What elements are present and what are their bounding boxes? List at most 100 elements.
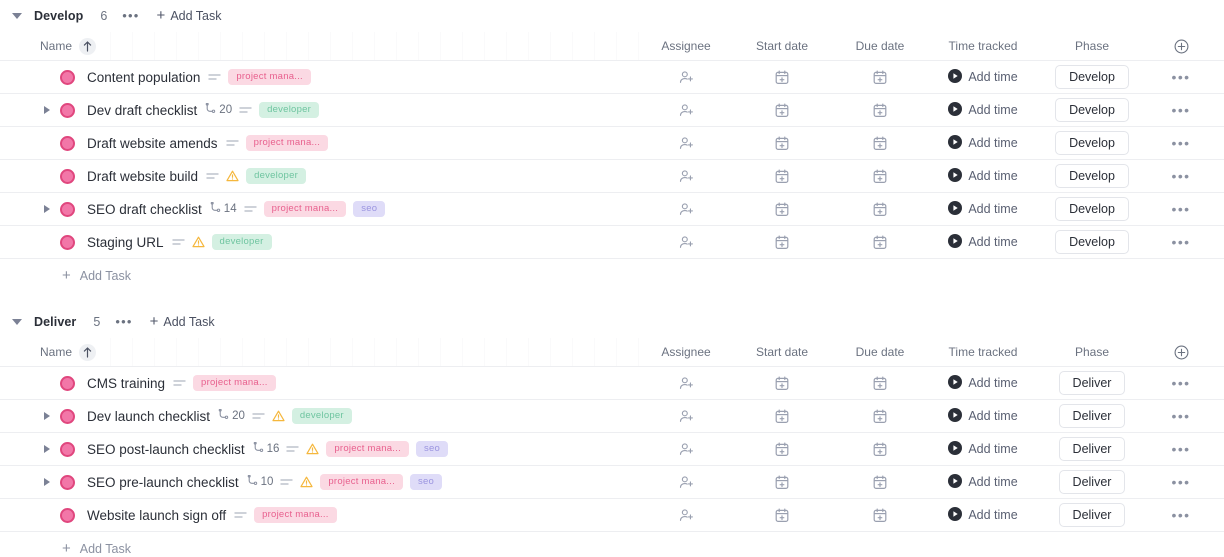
task-tag[interactable]: project mana... [320, 474, 403, 490]
due-date-add-button[interactable] [832, 409, 928, 424]
task-title[interactable]: CMS training [87, 376, 165, 391]
column-header-start-date[interactable]: Start date [732, 345, 832, 359]
phase-cell[interactable]: Develop [1038, 131, 1146, 155]
description-icon[interactable] [208, 73, 221, 82]
phase-value[interactable]: Deliver [1059, 470, 1126, 494]
add-column-button[interactable] [1146, 345, 1216, 360]
start-date-add-button[interactable] [732, 169, 832, 184]
assignee-add-button[interactable] [640, 235, 732, 250]
task-tag[interactable]: developer [292, 408, 352, 424]
task-tag[interactable]: developer [212, 234, 272, 250]
phase-value[interactable]: Develop [1055, 98, 1129, 122]
table-row[interactable]: SEO pre-launch checklist 10 project mana… [0, 466, 1224, 499]
description-icon[interactable] [280, 478, 293, 487]
status-circle-icon[interactable] [60, 103, 75, 118]
add-column-button[interactable] [1146, 39, 1216, 54]
add-time-button[interactable]: Add time [928, 474, 1038, 491]
row-menu-button[interactable]: ••• [1146, 412, 1216, 420]
add-time-button[interactable]: Add time [928, 201, 1038, 218]
group-add-task-button[interactable]: + Add Task [150, 315, 215, 329]
description-icon[interactable] [173, 379, 186, 388]
task-title[interactable]: Draft website build [87, 169, 198, 184]
due-date-add-button[interactable] [832, 475, 928, 490]
group-name[interactable]: Develop [34, 9, 83, 23]
status-circle-icon[interactable] [60, 475, 75, 490]
task-tag[interactable]: developer [246, 168, 306, 184]
add-time-button[interactable]: Add time [928, 102, 1038, 119]
due-date-add-button[interactable] [832, 103, 928, 118]
row-menu-button[interactable]: ••• [1146, 445, 1216, 453]
task-tag[interactable]: project mana... [264, 201, 347, 217]
phase-value[interactable]: Deliver [1059, 503, 1126, 527]
description-icon[interactable] [234, 511, 247, 520]
table-row[interactable]: Dev draft checklist 20 developer Add tim… [0, 94, 1224, 127]
assignee-add-button[interactable] [640, 409, 732, 424]
task-tag[interactable]: developer [259, 102, 319, 118]
status-circle-icon[interactable] [60, 136, 75, 151]
due-date-add-button[interactable] [832, 235, 928, 250]
start-date-add-button[interactable] [732, 202, 832, 217]
description-icon[interactable] [244, 205, 257, 214]
group-name[interactable]: Deliver [34, 315, 76, 329]
status-circle-icon[interactable] [60, 442, 75, 457]
add-time-button[interactable]: Add time [928, 408, 1038, 425]
description-icon[interactable] [286, 445, 299, 454]
table-row[interactable]: Draft website build developer Add time D… [0, 160, 1224, 193]
column-header-time-tracked[interactable]: Time tracked [928, 39, 1038, 53]
warning-icon[interactable] [226, 170, 239, 182]
phase-value[interactable]: Develop [1055, 131, 1129, 155]
task-title[interactable]: Content population [87, 70, 200, 85]
assignee-add-button[interactable] [640, 169, 732, 184]
phase-value[interactable]: Develop [1055, 65, 1129, 89]
group-add-task-button[interactable]: + Add Task [157, 9, 222, 23]
add-time-button[interactable]: Add time [928, 168, 1038, 185]
task-tag[interactable]: seo [410, 474, 442, 490]
description-icon[interactable] [239, 106, 252, 115]
column-header-phase[interactable]: Phase [1038, 345, 1146, 359]
table-row[interactable]: Content population project mana... Add t… [0, 61, 1224, 94]
table-row[interactable]: Staging URL developer Add time Develop •… [0, 226, 1224, 259]
due-date-add-button[interactable] [832, 376, 928, 391]
row-menu-button[interactable]: ••• [1146, 205, 1216, 213]
task-tag[interactable]: project mana... [246, 135, 329, 151]
row-menu-button[interactable]: ••• [1146, 238, 1216, 246]
assignee-add-button[interactable] [640, 70, 732, 85]
group-menu-button[interactable]: ••• [115, 318, 132, 326]
warning-icon[interactable] [192, 236, 205, 248]
phase-cell[interactable]: Deliver [1038, 503, 1146, 527]
assignee-add-button[interactable] [640, 376, 732, 391]
add-time-button[interactable]: Add time [928, 135, 1038, 152]
add-time-button[interactable]: Add time [928, 375, 1038, 392]
column-header-assignee[interactable]: Assignee [640, 345, 732, 359]
status-circle-icon[interactable] [60, 169, 75, 184]
column-header-assignee[interactable]: Assignee [640, 39, 732, 53]
task-tag[interactable]: project mana... [228, 69, 311, 85]
start-date-add-button[interactable] [732, 235, 832, 250]
collapse-group-icon[interactable] [12, 319, 22, 325]
start-date-add-button[interactable] [732, 136, 832, 151]
task-tag[interactable]: project mana... [254, 507, 337, 523]
start-date-add-button[interactable] [732, 508, 832, 523]
status-circle-icon[interactable] [60, 409, 75, 424]
description-icon[interactable] [172, 238, 185, 247]
row-menu-button[interactable]: ••• [1146, 172, 1216, 180]
phase-cell[interactable]: Develop [1038, 98, 1146, 122]
start-date-add-button[interactable] [732, 409, 832, 424]
status-circle-icon[interactable] [60, 202, 75, 217]
row-menu-button[interactable]: ••• [1146, 379, 1216, 387]
assignee-add-button[interactable] [640, 475, 732, 490]
due-date-add-button[interactable] [832, 508, 928, 523]
row-menu-button[interactable]: ••• [1146, 478, 1216, 486]
phase-cell[interactable]: Deliver [1038, 371, 1146, 395]
task-title[interactable]: Website launch sign off [87, 508, 226, 523]
table-row[interactable]: SEO post-launch checklist 16 project man… [0, 433, 1224, 466]
column-header-due-date[interactable]: Due date [832, 345, 928, 359]
status-circle-icon[interactable] [60, 70, 75, 85]
expand-subtasks-toggle[interactable] [44, 106, 50, 114]
table-row[interactable]: Draft website amends project mana... Add… [0, 127, 1224, 160]
start-date-add-button[interactable] [732, 70, 832, 85]
column-header-time-tracked[interactable]: Time tracked [928, 345, 1038, 359]
group-menu-button[interactable]: ••• [122, 12, 139, 20]
task-tag[interactable]: project mana... [193, 375, 276, 391]
status-circle-icon[interactable] [60, 235, 75, 250]
